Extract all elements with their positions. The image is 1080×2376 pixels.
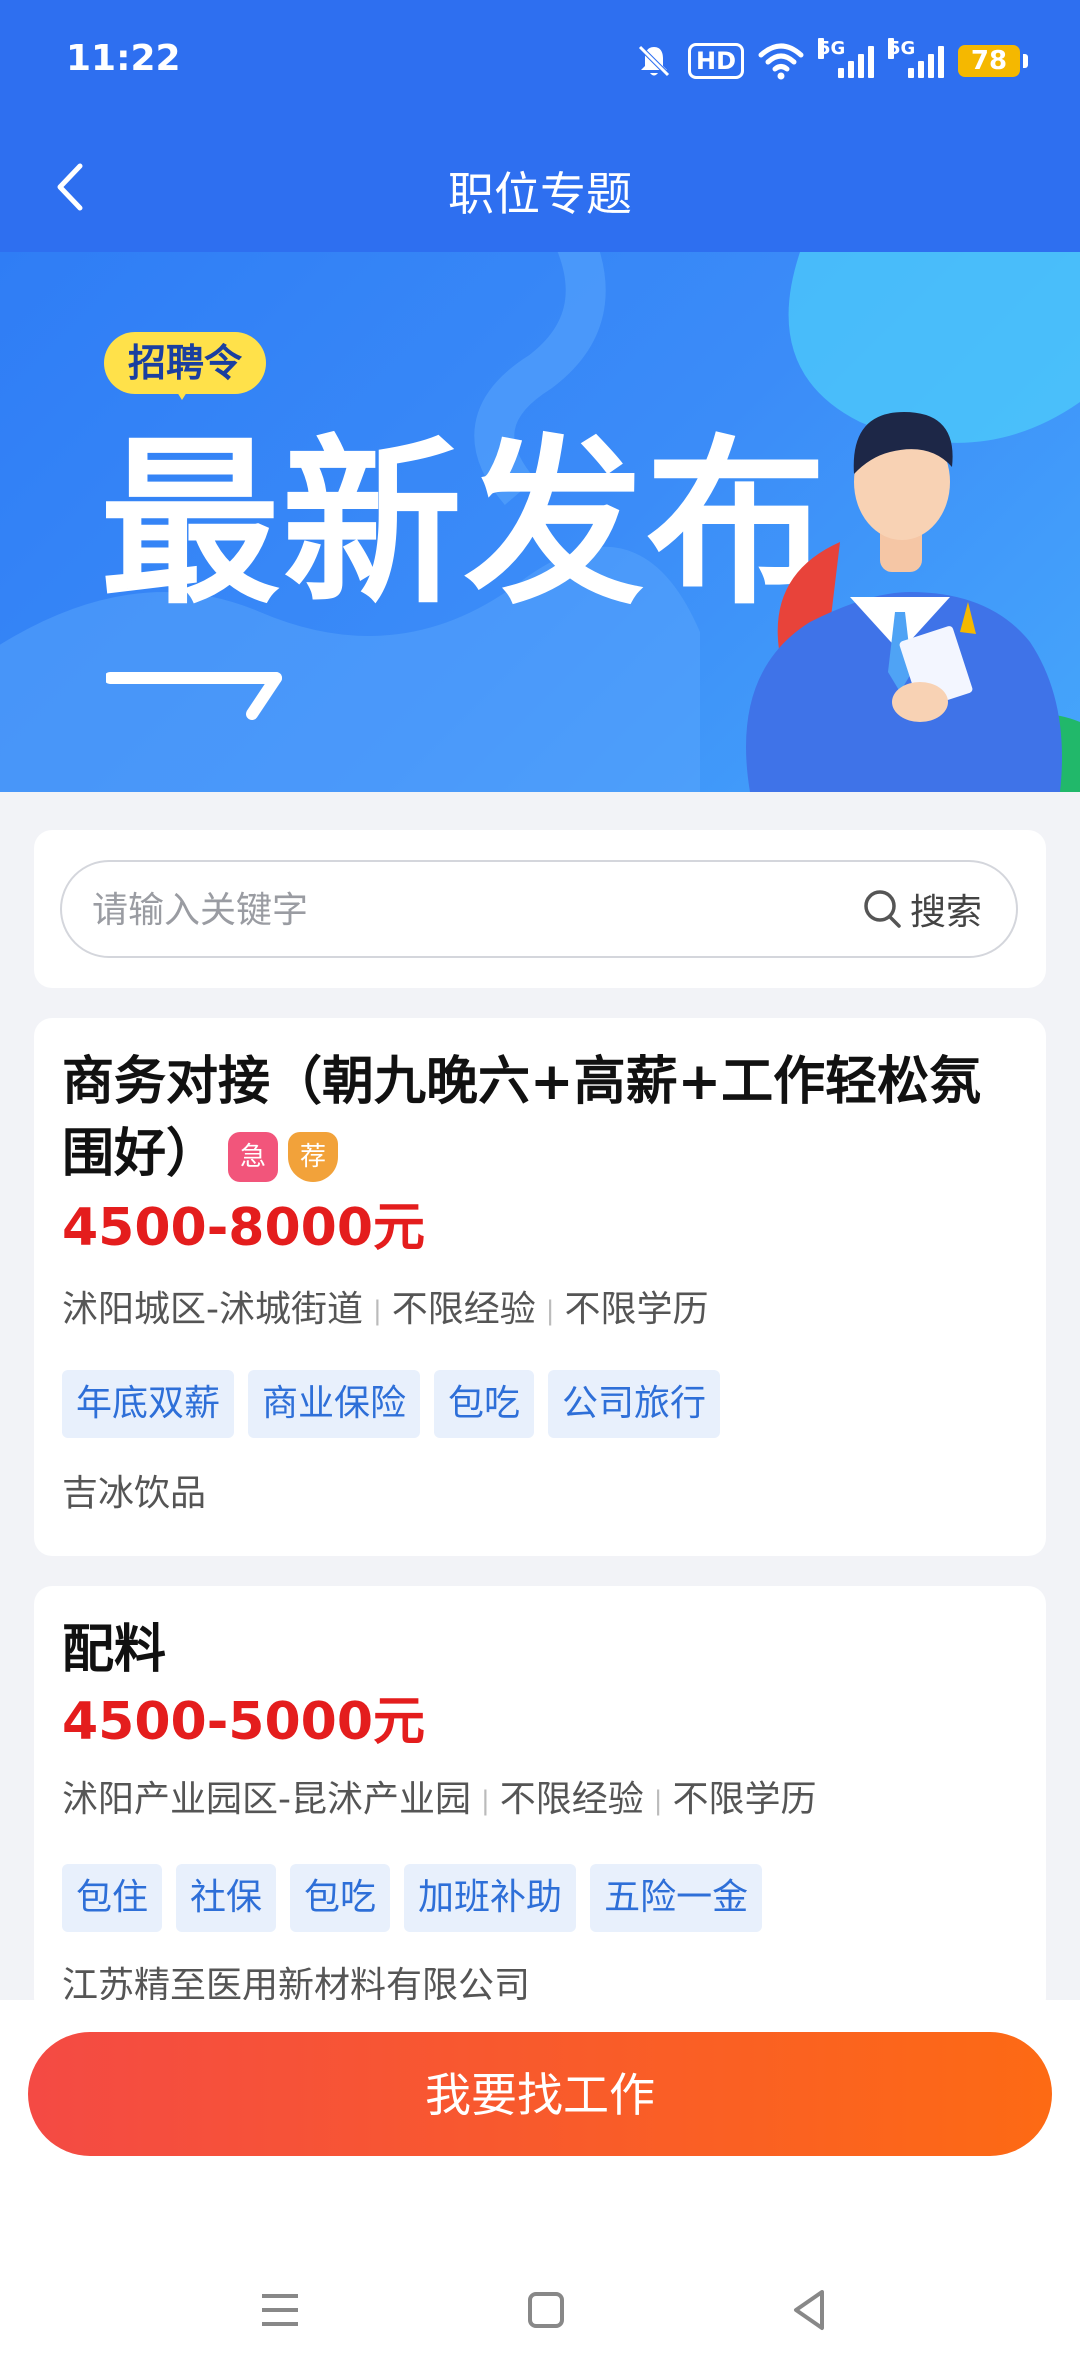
benefit-tag: 加班补助 bbox=[404, 1864, 577, 1932]
bottom-panel: 我要找工作 bbox=[0, 2000, 1080, 2376]
back-triangle-icon[interactable] bbox=[780, 2280, 840, 2340]
separator: | bbox=[653, 1786, 663, 1816]
company-name: 吉冰饮品 bbox=[62, 1473, 207, 1514]
find-job-button[interactable]: 我要找工作 bbox=[28, 2032, 1052, 2156]
benefit-tag: 年底双薪 bbox=[62, 1370, 235, 1438]
job-experience: 不限经验 bbox=[391, 1289, 536, 1330]
search-button-label: 搜索 bbox=[909, 892, 982, 933]
job-location: 沭阳城区-沭城街道 bbox=[62, 1289, 363, 1330]
home-square-icon[interactable] bbox=[516, 2280, 576, 2340]
job-title-text: 商务对接（朝九晚六+高薪+工作轻松氛围好） bbox=[62, 1052, 982, 1184]
network-type: 5G bbox=[888, 38, 916, 59]
banner-tag: 招聘令 bbox=[104, 332, 267, 400]
mute-bell-icon bbox=[638, 45, 670, 77]
job-salary: 4500-5000元 bbox=[62, 1692, 426, 1752]
separator: | bbox=[481, 1786, 490, 1816]
page-title: 职位专题 bbox=[448, 167, 632, 221]
job-meta: 沭阳城区-沭城街道 | 不限经验 | 不限学历 bbox=[62, 1286, 709, 1335]
benefit-tag: 商业保险 bbox=[248, 1370, 421, 1438]
job-meta: 沭阳产业园区-昆沭产业园 | 不限经验 | 不限学历 bbox=[62, 1776, 817, 1825]
benefit-tag: 公司旅行 bbox=[548, 1370, 721, 1438]
signal-icon: 5G bbox=[888, 38, 944, 78]
recommended-badge: 荐 bbox=[288, 1132, 339, 1182]
benefit-tags: 包住 社保 包吃 加班补助 五险一金 bbox=[62, 1864, 763, 1932]
status-icons: HD 5G 5G 78 bbox=[634, 36, 1028, 86]
menu-icon[interactable] bbox=[250, 2280, 310, 2340]
businessman-illustration bbox=[746, 412, 1080, 792]
hd-badge: HD bbox=[687, 43, 744, 79]
job-location: 沭阳产业园区-昆沭产业园 bbox=[62, 1779, 471, 1820]
network-type: 5G bbox=[818, 38, 846, 59]
job-title: 配料 bbox=[62, 1620, 167, 1680]
benefit-tag: 包住 bbox=[62, 1864, 163, 1932]
status-time: 11:22 bbox=[66, 38, 181, 79]
search-button[interactable]: 搜索 bbox=[862, 862, 982, 956]
job-title: 商务对接（朝九晚六+高薪+工作轻松氛围好）急荐 bbox=[62, 1046, 1022, 1190]
job-education: 不限学历 bbox=[672, 1779, 817, 1820]
benefit-tag: 社保 bbox=[176, 1864, 277, 1932]
wifi-icon bbox=[758, 43, 804, 80]
arrow-swoosh-icon bbox=[106, 672, 282, 720]
promo-banner[interactable]: 招聘令 最新发布 bbox=[0, 252, 1080, 792]
job-education: 不限学历 bbox=[564, 1289, 709, 1330]
urgent-badge: 急 bbox=[228, 1132, 279, 1182]
battery-indicator: 78 bbox=[958, 45, 1028, 77]
benefit-tag: 包吃 bbox=[290, 1864, 391, 1932]
benefit-tags: 年底双薪 商业保险 包吃 公司旅行 bbox=[62, 1370, 721, 1438]
search-input[interactable] bbox=[90, 862, 814, 958]
separator: | bbox=[545, 1296, 555, 1326]
search-icon bbox=[864, 890, 901, 928]
job-card[interactable]: 商务对接（朝九晚六+高薪+工作轻松氛围好）急荐 4500-8000元 沭阳城区-… bbox=[34, 1018, 1046, 1556]
nav-bar: 职位专题 bbox=[0, 120, 1080, 252]
status-bar: 11:22 HD 5G 5G 78 bbox=[0, 0, 1080, 120]
search-box: 搜索 bbox=[60, 860, 1018, 958]
job-salary: 4500-8000元 bbox=[62, 1198, 426, 1258]
signal-icon: 5G bbox=[818, 38, 874, 78]
job-experience: 不限经验 bbox=[499, 1779, 644, 1820]
search-card: 搜索 bbox=[34, 830, 1046, 988]
benefit-tag: 包吃 bbox=[434, 1370, 535, 1438]
separator: | bbox=[373, 1296, 382, 1326]
job-card[interactable]: 配料 4500-5000元 沭阳产业园区-昆沭产业园 | 不限经验 | 不限学历 包住 … bbox=[34, 1586, 1046, 2016]
benefit-tag: 五险一金 bbox=[590, 1864, 763, 1932]
